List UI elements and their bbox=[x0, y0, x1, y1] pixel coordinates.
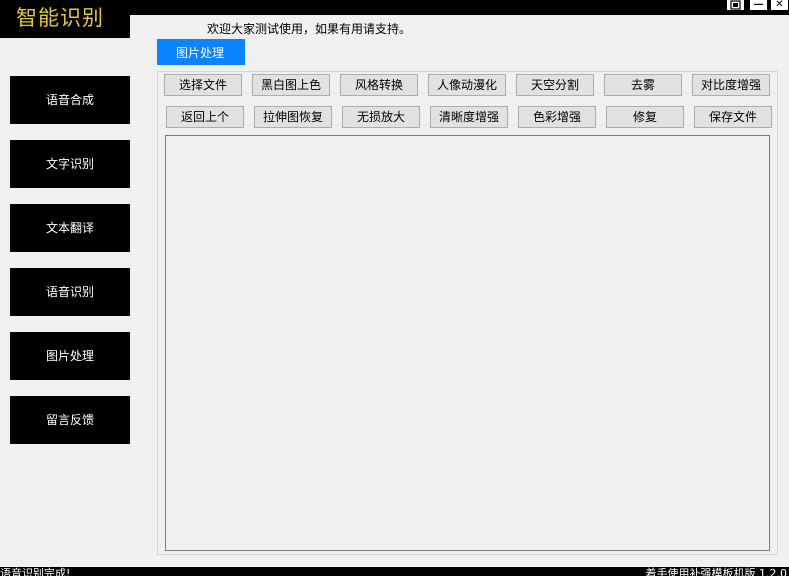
stretch-restore-button[interactable]: 拉伸图恢复 bbox=[254, 106, 332, 128]
color-enhance-button[interactable]: 色彩增强 bbox=[518, 106, 596, 128]
contrast-enhance-button[interactable]: 对比度增强 bbox=[692, 74, 770, 96]
repair-button[interactable]: 修复 bbox=[606, 106, 684, 128]
sidebar-item-text-recognition[interactable]: 文字识别 bbox=[10, 140, 130, 188]
status-bar: 语音识别完成! 着手使用补强模板机版 1.2.0 bbox=[0, 567, 789, 576]
anime-portrait-button[interactable]: 人像动漫化 bbox=[428, 74, 506, 96]
minimize-button[interactable]: — bbox=[750, 0, 767, 10]
welcome-text: 欢迎大家测试使用，如果有用请支持。 bbox=[207, 22, 412, 36]
image-canvas[interactable] bbox=[165, 135, 770, 551]
undo-button[interactable]: 返回上个 bbox=[166, 106, 244, 128]
close-button[interactable]: ✕ bbox=[771, 0, 788, 10]
app-logo-text: 智能识别 bbox=[16, 6, 104, 30]
window-icon-glyph bbox=[730, 0, 741, 10]
save-file-button[interactable]: 保存文件 bbox=[694, 106, 772, 128]
sidebar-item-image-processing[interactable]: 图片处理 bbox=[10, 332, 130, 380]
version-text: 着手使用补强模板机版 1.2.0 bbox=[645, 567, 788, 576]
sidebar-item-speech-synthesis[interactable]: 语音合成 bbox=[10, 76, 130, 124]
sidebar-item-speech-recognition[interactable]: 语音识别 bbox=[10, 268, 130, 316]
sky-segmentation-button[interactable]: 天空分割 bbox=[516, 74, 594, 96]
tab-image-processing[interactable]: 图片处理 bbox=[157, 39, 245, 65]
colorize-bw-button[interactable]: 黑白图上色 bbox=[252, 74, 330, 96]
lossless-upscale-button[interactable]: 无损放大 bbox=[342, 106, 420, 128]
sharpness-enhance-button[interactable]: 清晰度增强 bbox=[430, 106, 508, 128]
main-area: 欢迎大家测试使用，如果有用请支持。 图片处理 语音合成 文字识别 文本翻译 语音… bbox=[0, 15, 789, 567]
logo-block: 智能识别 bbox=[0, 0, 130, 38]
dehaze-button[interactable]: 去雾 bbox=[604, 74, 682, 96]
sidebar-item-feedback[interactable]: 留言反馈 bbox=[10, 396, 130, 444]
window-icon[interactable] bbox=[727, 0, 744, 10]
style-transfer-button[interactable]: 风格转换 bbox=[340, 74, 418, 96]
select-file-button[interactable]: 选择文件 bbox=[164, 74, 242, 96]
sidebar-item-text-translation[interactable]: 文本翻译 bbox=[10, 204, 130, 252]
status-message: 语音识别完成! bbox=[0, 567, 71, 576]
